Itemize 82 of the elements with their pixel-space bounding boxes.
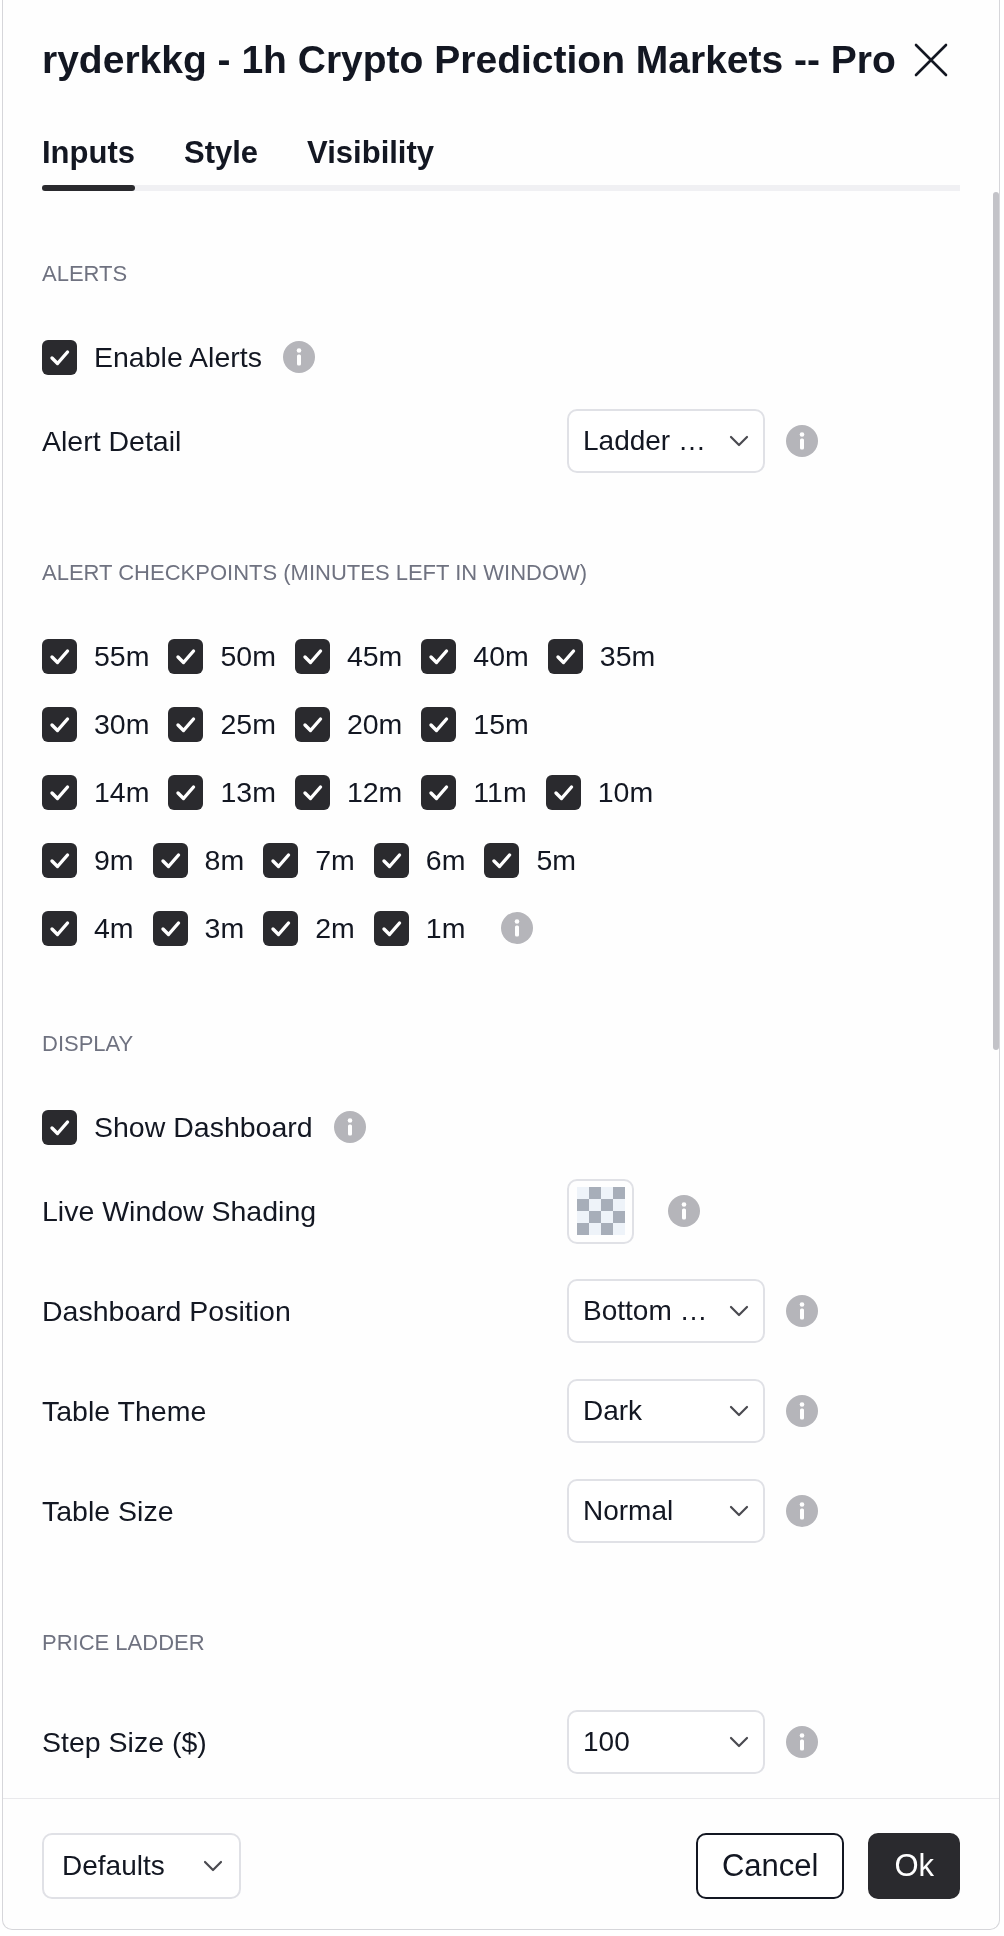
checkbox-label: 25m bbox=[220, 707, 276, 741]
section-heading: PRICE LADDER bbox=[42, 1629, 206, 1657]
checkbox[interactable] bbox=[294, 706, 330, 742]
setting-label: Step Size ($) bbox=[42, 1725, 208, 1759]
section-heading: ALERTS bbox=[42, 260, 129, 288]
checkbox-label: 12m bbox=[346, 775, 403, 809]
dropdown[interactable]: Bottom … bbox=[567, 1279, 765, 1343]
checkbox-label: 15m bbox=[473, 707, 529, 741]
dropdown[interactable]: Ladder … bbox=[567, 409, 765, 473]
checkbox-label: 35m bbox=[599, 639, 656, 673]
checkbox[interactable] bbox=[373, 910, 409, 946]
checkbox[interactable] bbox=[152, 910, 188, 946]
checkbox[interactable] bbox=[421, 774, 457, 810]
checkbox[interactable] bbox=[42, 774, 77, 810]
checkbox[interactable] bbox=[42, 910, 77, 946]
checkbox[interactable] bbox=[294, 774, 330, 810]
chevron-down-icon bbox=[729, 1736, 749, 1748]
checkbox[interactable] bbox=[152, 842, 188, 878]
checkbox[interactable] bbox=[484, 842, 520, 878]
chevron-down-icon bbox=[729, 435, 749, 447]
dropdown[interactable]: Normal bbox=[567, 1479, 765, 1543]
dropdown[interactable]: Defaults bbox=[42, 1833, 241, 1899]
checkbox-label: 3m bbox=[204, 911, 245, 945]
checkbox[interactable] bbox=[42, 706, 77, 742]
checkbox[interactable] bbox=[545, 774, 581, 810]
checkbox[interactable] bbox=[547, 638, 583, 674]
checkbox-label: 4m bbox=[94, 911, 134, 945]
tab[interactable]: Style bbox=[184, 136, 259, 191]
dialog-title: ryderkkg - 1h Crypto Prediction Markets -- Pro bbox=[42, 40, 896, 80]
checkbox-label: 2m bbox=[315, 911, 355, 945]
checkbox[interactable] bbox=[421, 638, 457, 674]
checkbox-label: 14m bbox=[94, 775, 150, 809]
checkbox-label: 1m bbox=[425, 911, 466, 945]
checkbox-label: Enable Alerts bbox=[94, 340, 262, 374]
checkbox-label: 45m bbox=[346, 639, 403, 673]
checkbox[interactable] bbox=[168, 638, 204, 674]
dropdown[interactable]: 100 bbox=[567, 1710, 765, 1774]
checkbox[interactable] bbox=[42, 638, 77, 674]
checkbox-label: 6m bbox=[425, 843, 466, 877]
checkbox[interactable] bbox=[294, 638, 330, 674]
ok-button[interactable]: Ok bbox=[868, 1833, 960, 1899]
checkbox-label: Show Dashboard bbox=[94, 1110, 313, 1144]
tab[interactable]: Inputs bbox=[42, 136, 135, 191]
checkbox-label: 55m bbox=[94, 639, 150, 673]
checkbox[interactable] bbox=[421, 706, 457, 742]
chevron-down-icon bbox=[729, 1405, 749, 1417]
checkbox-label: 40m bbox=[473, 639, 529, 673]
setting-label: Live Window Shading bbox=[42, 1194, 318, 1228]
setting-label: Alert Detail bbox=[42, 424, 183, 458]
checkbox-label: 13m bbox=[220, 775, 276, 809]
checkbox[interactable] bbox=[168, 706, 204, 742]
checkbox-label: 50m bbox=[220, 639, 276, 673]
checkbox[interactable] bbox=[168, 774, 204, 810]
close-icon[interactable] bbox=[914, 43, 948, 77]
chevron-down-icon bbox=[729, 1505, 749, 1517]
scrollbar-thumb[interactable] bbox=[993, 192, 999, 1050]
checkbox-label: 30m bbox=[94, 707, 150, 741]
checkbox[interactable] bbox=[373, 842, 409, 878]
checkbox[interactable] bbox=[263, 910, 299, 946]
checkbox-label: 20m bbox=[346, 707, 403, 741]
setting-label: Dashboard Position bbox=[42, 1294, 292, 1328]
checkbox-label: 11m bbox=[473, 775, 527, 809]
section-heading: ALERT CHECKPOINTS (MINUTES LEFT IN WINDOW) bbox=[42, 559, 589, 587]
checkbox-label: 5m bbox=[536, 843, 576, 877]
checkbox[interactable] bbox=[42, 339, 77, 375]
setting-label: Table Size bbox=[42, 1494, 175, 1528]
setting-label: Table Theme bbox=[42, 1394, 208, 1428]
dropdown[interactable]: Dark bbox=[567, 1379, 765, 1443]
checkbox-label: 7m bbox=[315, 843, 355, 877]
chevron-down-icon bbox=[729, 1305, 749, 1317]
checkbox[interactable] bbox=[42, 1109, 77, 1145]
checkbox[interactable] bbox=[42, 842, 77, 878]
section-heading: DISPLAY bbox=[42, 1030, 135, 1058]
cancel-button[interactable]: Cancel bbox=[695, 1833, 845, 1899]
checkbox-label: 10m bbox=[597, 775, 654, 809]
chevron-down-icon bbox=[203, 1860, 223, 1872]
tab[interactable]: Visibility bbox=[307, 136, 435, 191]
checkbox-label: 8m bbox=[204, 843, 245, 877]
checkerboard-icon bbox=[576, 1187, 625, 1235]
color-swatch[interactable] bbox=[567, 1178, 634, 1244]
checkbox[interactable] bbox=[263, 842, 299, 878]
checkbox-label: 9m bbox=[94, 843, 134, 877]
